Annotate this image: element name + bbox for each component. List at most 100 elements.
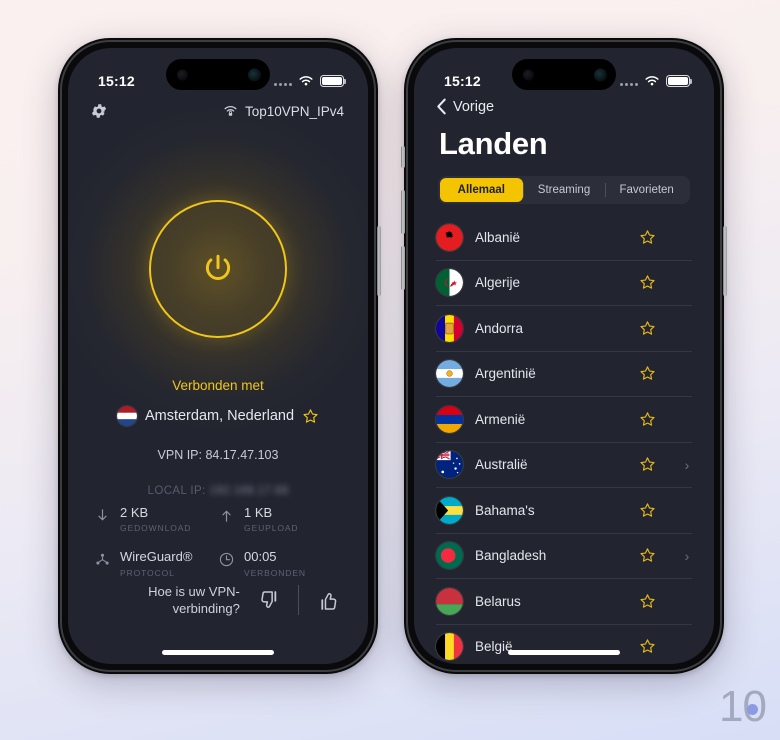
connection-stats: 2 KB GEDOWNLOAD 1 KB GEUPLOAD WireGuard®… [94, 505, 342, 594]
wifi-network-name: Top10VPN_IPv4 [244, 103, 344, 119]
table-row[interactable]: Bahama's› [436, 488, 692, 534]
table-row[interactable]: Argentinië› [436, 352, 692, 397]
stat-value: 2 KB [120, 505, 149, 520]
protocol-node-icon [94, 551, 111, 568]
stat-value: WireGuard® [120, 549, 193, 565]
stat-value: 00:05 [244, 549, 277, 565]
feedback-divider [298, 585, 300, 616]
status-indicators [274, 75, 347, 87]
stat-caption: GEDOWNLOAD [120, 523, 192, 534]
tab-allemaal[interactable]: Allemaal [440, 178, 523, 202]
status-time: 15:12 [98, 73, 135, 89]
stat-value: 1 KB [244, 505, 273, 520]
gear-icon[interactable] [90, 102, 108, 120]
star-icon[interactable] [639, 320, 656, 337]
chevron-right-icon[interactable]: › [682, 548, 692, 564]
thumbs-up-icon[interactable] [317, 588, 340, 613]
stats-row-traffic: 2 KB GEDOWNLOAD 1 KB GEUPLOAD [94, 505, 342, 533]
star-icon[interactable] [639, 456, 656, 473]
wifi-network-indicator: Top10VPN_IPv4 [223, 104, 344, 119]
face-id-sensor-icon [177, 69, 188, 80]
table-row[interactable]: België› [436, 625, 692, 665]
status-indicators [620, 75, 693, 87]
power-area [68, 109, 368, 429]
star-icon[interactable] [639, 411, 656, 428]
signal-dots-icon [274, 77, 292, 86]
star-icon[interactable] [639, 365, 656, 382]
country-name: Armenië [475, 411, 526, 427]
battery-icon [666, 75, 693, 87]
local-ip-label: LOCAL IP: [147, 485, 206, 497]
table-row[interactable]: Belarus› [436, 579, 692, 625]
star-icon[interactable] [639, 502, 656, 519]
stat-downloaded: 2 KB GEDOWNLOAD [94, 505, 218, 533]
local-ip-row: LOCAL IP: 192.168.17.68 [68, 485, 368, 497]
tab-streaming[interactable]: Streaming [522, 178, 606, 202]
power-side-button[interactable] [723, 226, 727, 296]
chevron-right-icon[interactable]: › [682, 457, 692, 473]
silent-switch[interactable] [401, 146, 405, 168]
country-name: Bangladesh [475, 548, 547, 564]
country-list[interactable]: Albanië›Algerije›Andorra›Argentinië›Arme… [414, 215, 714, 664]
back-button[interactable]: Vorige [436, 98, 494, 115]
power-side-button[interactable] [377, 226, 381, 296]
argentina-flag-icon [436, 360, 463, 388]
dynamic-island [512, 59, 616, 90]
star-icon[interactable] [639, 547, 656, 564]
segmented-control: Allemaal Streaming Favorieten [438, 176, 690, 204]
connected-location: Amsterdam, Nederland [68, 406, 368, 426]
volume-down-button[interactable] [401, 246, 405, 290]
belgium-flag-icon [436, 633, 463, 661]
upload-arrow-icon [218, 507, 235, 524]
bahamas-flag-icon [436, 496, 463, 524]
table-row[interactable]: Albanië› [436, 215, 692, 261]
country-name: Bahama's [475, 502, 535, 518]
star-icon[interactable] [639, 274, 656, 291]
tab-favorieten[interactable]: Favorieten [605, 178, 688, 202]
feedback-bar: Hoe is uw VPN-verbinding? [68, 583, 368, 618]
phone-left-screen: 15:12 Top10VPN_IPv4 Verbonden met Amster… [68, 48, 368, 664]
connected-location-name: Amsterdam, Nederland [144, 408, 295, 424]
thumbs-down-icon[interactable] [258, 588, 281, 613]
star-icon[interactable] [639, 638, 656, 655]
country-name: Australië [475, 457, 528, 473]
download-arrow-icon [94, 507, 111, 524]
battery-icon [320, 75, 347, 87]
vpn-ip-value: VPN IP: 84.17.47.103 [157, 448, 279, 462]
volume-up-button[interactable] [401, 190, 405, 234]
star-icon[interactable] [302, 408, 319, 425]
table-row[interactable]: Bangladesh › [436, 534, 692, 579]
australia-flag-icon [436, 451, 463, 479]
front-camera-icon [594, 68, 607, 81]
country-name: Argentinië [475, 366, 536, 382]
power-icon [205, 254, 231, 280]
stat-protocol: WireGuard® PROTOCOL [94, 549, 218, 578]
armenia-flag-icon [436, 405, 463, 433]
local-ip-value: 192.168.17.68 [209, 485, 289, 497]
star-icon[interactable] [639, 229, 656, 246]
home-indicator[interactable] [162, 650, 274, 655]
watermark-dot [747, 704, 758, 715]
table-row[interactable]: Algerije› [436, 261, 692, 306]
wifi-lock-icon [224, 105, 237, 116]
stat-caption: VERBONDEN [244, 567, 306, 578]
table-row[interactable]: Armenië› [436, 397, 692, 443]
clock-icon [218, 551, 235, 568]
country-name: Algerije [475, 275, 521, 291]
chevron-left-icon [437, 98, 446, 115]
watermark-text: 10 [719, 682, 767, 731]
stats-row-protocol: WireGuard® PROTOCOL 00:05 VERBONDEN [94, 549, 342, 578]
watermark: 10 [719, 682, 767, 732]
andorra-flag-icon [436, 314, 463, 342]
table-row[interactable]: Andorra› [436, 306, 692, 352]
phone-right: 15:12 Vorige Landen Allemaal Streaming F… [401, 38, 727, 674]
belarus-flag-icon [436, 587, 463, 615]
page-title: Landen [439, 126, 548, 161]
star-icon[interactable] [639, 593, 656, 610]
country-name: Andorra [475, 320, 524, 336]
table-row[interactable]: Australië › [436, 443, 692, 488]
home-indicator[interactable] [508, 650, 620, 655]
country-name: Albanië [475, 229, 521, 245]
wifi-icon [299, 76, 313, 86]
power-toggle-button[interactable] [149, 200, 287, 338]
